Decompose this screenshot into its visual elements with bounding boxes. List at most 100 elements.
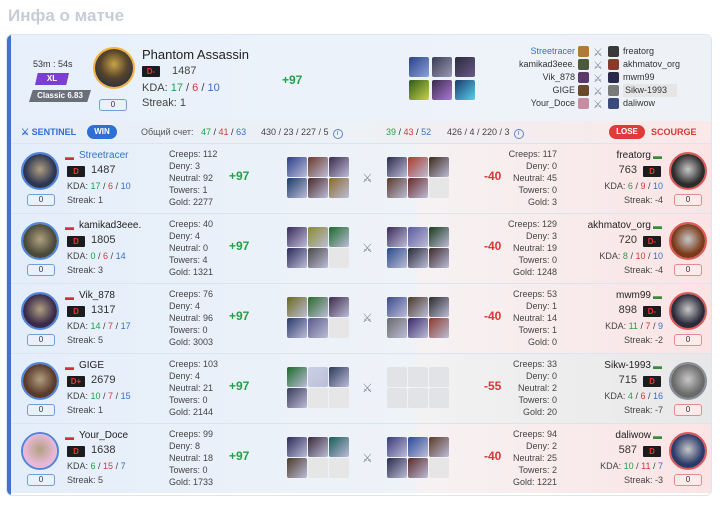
player-name[interactable]: freatorg — [571, 150, 651, 161]
roster-scourge-4[interactable]: Sikw-1993 — [623, 84, 678, 97]
player-name[interactable]: GIGE — [79, 360, 104, 371]
hero-portrait — [23, 224, 57, 258]
kda-line: KDA: 14 / 7 / 17 — [67, 321, 131, 331]
streak: Streak: 1 — [67, 195, 104, 205]
item-icon — [287, 248, 307, 268]
kda-line: KDA: 6 / 15 / 7 — [67, 461, 126, 471]
item-icon — [429, 248, 449, 268]
item-icon — [387, 437, 407, 457]
item-icon — [408, 227, 428, 247]
player-name[interactable]: daliwow — [571, 430, 651, 441]
rank-badge: D — [67, 306, 85, 317]
item-icon — [329, 248, 349, 268]
roster-sentinel-1[interactable]: Streetracer — [503, 45, 575, 58]
kda-line: KDA: 11 / 7 / 9 — [605, 321, 663, 331]
item-icon — [387, 157, 407, 177]
lose-badge: LOSE — [609, 125, 645, 139]
flag-icon: ▬ — [653, 291, 662, 301]
player-name[interactable]: Your_Doce — [79, 430, 128, 441]
mode-badge-classic: Classic 6.83 — [29, 90, 91, 102]
item-icon — [308, 437, 328, 457]
item-icon — [329, 437, 349, 457]
kda-line: KDA: 0 / 6 / 14 — [67, 251, 126, 261]
player-avatar[interactable] — [669, 362, 707, 400]
team-score-bar: ⚔ SENTINEL WIN Общий счет: 47 / 41 / 63 … — [11, 121, 711, 143]
item-icon — [408, 248, 428, 268]
roster-sentinel-4[interactable]: GIGE — [503, 84, 575, 97]
streak: Streak: -2 — [623, 335, 663, 345]
kda-line: KDA: 4 / 6 / 16 — [604, 391, 663, 401]
streak: Streak: -4 — [623, 195, 663, 205]
item-icon — [408, 297, 428, 317]
hero-portrait — [671, 154, 705, 188]
player-avatar[interactable] — [669, 292, 707, 330]
player-avatar[interactable] — [21, 152, 59, 190]
player-name[interactable]: Sikw-1993 — [571, 360, 651, 371]
roster-avatar — [608, 98, 619, 109]
flag-icon: ▬ — [653, 361, 662, 371]
roster-scourge-1[interactable]: freatorg — [623, 45, 654, 58]
player-name[interactable]: akhmatov_org — [571, 220, 651, 231]
swords-icon: ⚔ — [362, 311, 373, 325]
swords-icon: ⚔ — [362, 381, 373, 395]
item-icon — [409, 57, 429, 77]
item-icon — [432, 57, 452, 77]
hero-name: Phantom Assassin — [142, 47, 249, 62]
roster-sentinel-2[interactable]: kamikad3eee. — [503, 58, 575, 71]
win-badge: WIN — [87, 125, 117, 139]
player-stats: Creeps: 94 Deny: 2 Neutral: 25 Towers: 2 Gol… — [512, 429, 557, 487]
player-avatar[interactable] — [21, 222, 59, 260]
player-stats: Creeps: 53 Deny: 1 Neutral: 14 Towers: 1 Gol… — [512, 289, 557, 347]
info-icon[interactable]: i — [513, 129, 524, 139]
item-icon — [329, 297, 349, 317]
scourge-kda: 39 / 43 / 52 — [386, 127, 432, 137]
scourge-side-bg — [417, 144, 711, 213]
sentinel-stats: 430 / 23 / 227 / 5i — [261, 127, 343, 139]
roster-avatar — [608, 85, 619, 96]
swords-icon: ⚔ — [593, 99, 603, 111]
hero-avatar[interactable] — [93, 47, 135, 89]
roster-scourge-3[interactable]: mwm99 — [623, 71, 655, 84]
item-icon — [408, 318, 428, 338]
streak: Streak: 5 — [67, 335, 104, 345]
player-avatar[interactable] — [669, 152, 707, 190]
roster-scourge-2[interactable]: akhmatov_org — [623, 58, 680, 71]
item-icon — [287, 367, 307, 387]
total-score-label: Общий счет: — [141, 127, 194, 137]
item-icon — [287, 178, 307, 198]
info-icon[interactable]: i — [332, 129, 343, 139]
item-icon — [308, 367, 328, 387]
rating-delta: +97 — [229, 239, 250, 253]
player-avatar[interactable] — [21, 432, 59, 470]
streak: Streak: 5 — [67, 475, 104, 485]
player-avatar[interactable] — [21, 362, 59, 400]
scourge-label: SCOURGE — [651, 127, 697, 137]
item-icon — [429, 297, 449, 317]
sentinel-label: ⚔ SENTINEL — [21, 127, 77, 137]
player-avatar[interactable] — [669, 432, 707, 470]
swords-icon: ⚔ — [593, 60, 603, 72]
rating-delta: +97 — [229, 169, 250, 183]
player-name[interactable]: kamikad3eee. — [79, 220, 141, 231]
kda-line: KDA: 10 / 7 / 15 — [67, 391, 131, 401]
player-row: 0 ▬ Streetracer D 1487 KDA: 17 / 6 / 10 Streak… — [11, 143, 711, 213]
player-name[interactable]: Streetracer — [79, 150, 128, 161]
item-icon — [408, 437, 428, 457]
kda-line: KDA: 6 / 9 / 10 — [604, 181, 663, 191]
player-name[interactable]: mwm99 — [571, 290, 651, 301]
player-stats: Creeps: 103 Deny: 4 Neutral: 21 Towers: 0 Go… — [169, 359, 219, 417]
roster-sentinel-3[interactable]: Vik_878 — [503, 71, 575, 84]
roster-scourge-5[interactable]: daliwow — [623, 97, 655, 110]
player-level: 0 — [27, 474, 55, 486]
roster-sentinel-5[interactable]: Your_Doce — [503, 97, 575, 110]
player-stats: Creeps: 99 Deny: 8 Neutral: 18 Towers: 0 Gol… — [169, 429, 214, 487]
kda-line: KDA: 17 / 6 / 10 — [142, 82, 220, 94]
player-avatar[interactable] — [21, 292, 59, 330]
player-name[interactable]: Vik_878 — [79, 290, 115, 301]
item-icon — [308, 248, 328, 268]
roster-avatar — [608, 46, 619, 57]
rating-delta: +97 — [229, 309, 250, 323]
item-icon — [429, 458, 449, 478]
streak: Streak: -4 — [623, 265, 663, 275]
player-avatar[interactable] — [669, 222, 707, 260]
